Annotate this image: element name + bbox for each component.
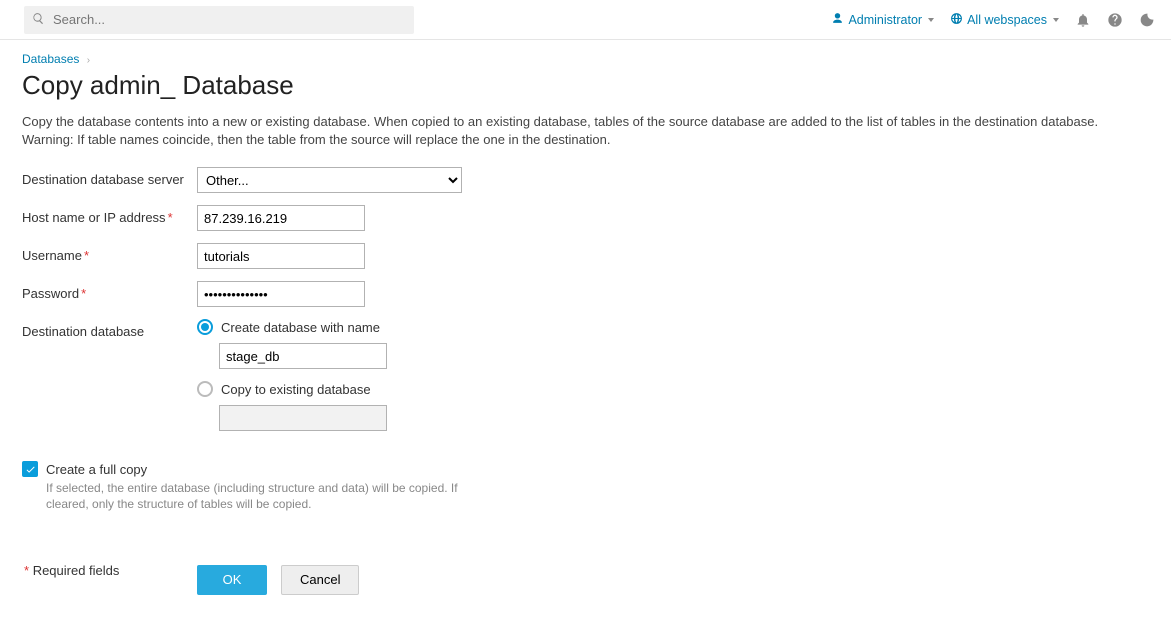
topbar-right: Administrator All webspaces [831,12,1155,28]
radio-existing-db[interactable]: Copy to existing database [197,381,1149,397]
radio-icon [197,319,213,335]
password-input[interactable] [197,281,365,307]
row-dest-db: Destination database Create database wit… [22,319,1149,443]
radio-create-db[interactable]: Create database with name [197,319,1149,335]
row-password: Password* [22,281,1149,307]
search-box[interactable] [24,6,414,34]
radio-existing-label: Copy to existing database [221,382,371,397]
help-button[interactable] [1107,12,1123,28]
cancel-button[interactable]: Cancel [281,565,359,595]
form-actions: OK Cancel [197,565,359,595]
checkbox-icon [22,461,38,477]
page-title: Copy admin_ Database [22,70,1149,101]
row-dest-server: Destination database server Other... [22,167,1149,193]
theme-toggle[interactable] [1139,12,1155,28]
user-menu[interactable]: Administrator [831,12,934,28]
radio-icon [197,381,213,397]
search-input[interactable] [51,11,406,28]
create-db-name-input[interactable] [219,343,387,369]
content: ‹ Databases › Copy admin_ Database Copy … [0,40,1171,625]
user-icon [831,12,844,28]
page-description: Copy the database contents into a new or… [22,113,1149,149]
radio-create-label: Create database with name [221,320,380,335]
user-label: Administrator [848,13,922,27]
password-label: Password* [22,281,197,301]
dest-server-label: Destination database server [22,167,197,187]
dest-db-label: Destination database [22,319,197,339]
row-username: Username* [22,243,1149,269]
fullcopy-checkbox[interactable]: Create a full copy [22,461,1149,477]
chevron-down-icon [928,18,934,22]
fullcopy-label: Create a full copy [46,462,147,477]
host-label: Host name or IP address* [22,205,197,225]
username-input[interactable] [197,243,365,269]
globe-icon [950,12,963,28]
webspaces-label: All webspaces [967,13,1047,27]
fullcopy-hint: If selected, the entire database (includ… [46,481,466,512]
existing-db-input [219,405,387,431]
row-host: Host name or IP address* [22,205,1149,231]
breadcrumb: Databases › [22,52,1149,66]
breadcrumb-databases[interactable]: Databases [22,52,79,66]
webspaces-menu[interactable]: All webspaces [950,12,1059,28]
username-label: Username* [22,243,197,263]
chevron-right-icon: › [87,55,90,66]
topbar: Administrator All webspaces [0,0,1171,40]
required-note: * Required fields [22,563,119,578]
search-icon [32,12,45,28]
host-input[interactable] [197,205,365,231]
dest-server-select[interactable]: Other... [197,167,462,193]
notifications-button[interactable] [1075,12,1091,28]
chevron-down-icon [1053,18,1059,22]
ok-button[interactable]: OK [197,565,267,595]
